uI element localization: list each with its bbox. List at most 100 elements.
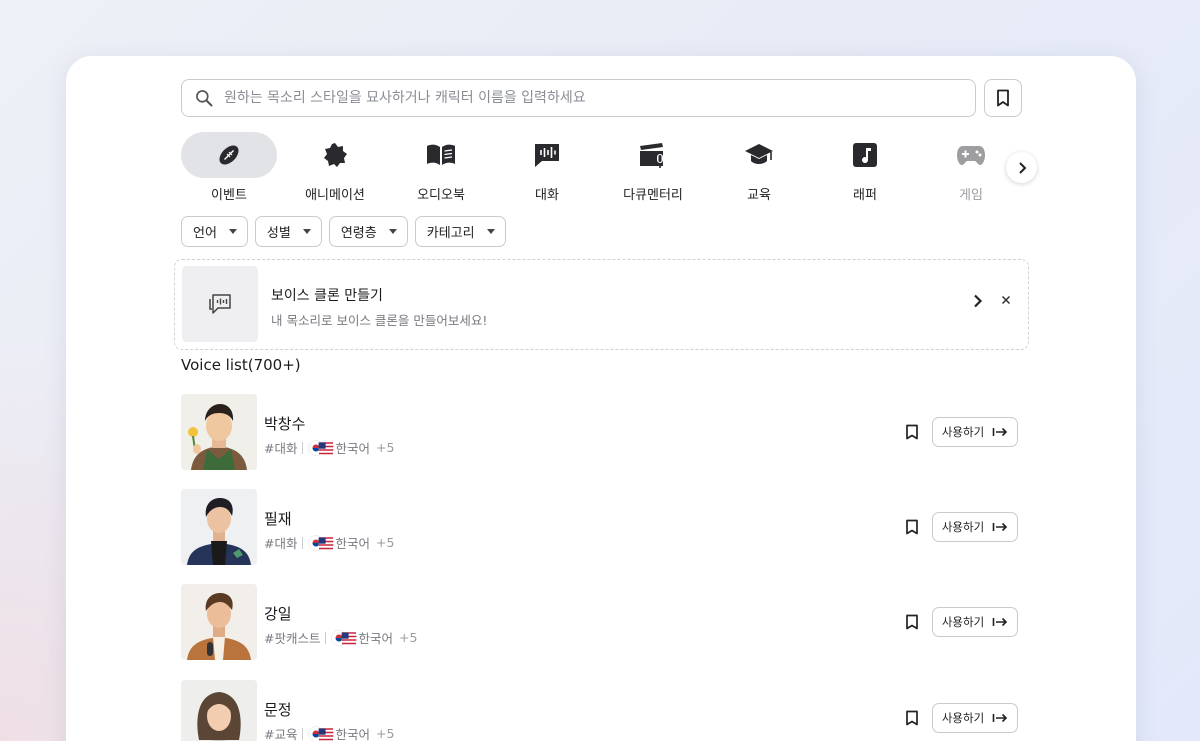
use-voice-button[interactable]: 사용하기 [932,607,1018,637]
voice-more-languages: +5 [399,630,418,645]
filter-category-dropdown[interactable]: 카테고리 [414,216,506,247]
category-label: 다큐멘터리 [623,188,683,203]
music-note-icon [853,143,877,167]
use-voice-label: 사용하기 [941,711,985,725]
voice-language: 한국어 [358,631,393,646]
category-bar: 이벤트 애니메이션 오디오북 대화 다큐멘터리 교육 래퍼 게임 [181,132,1041,203]
voice-tag: #대화 [264,536,298,551]
main-card: 이벤트 애니메이션 오디오북 [66,56,1136,741]
avatar [181,489,257,565]
voice-chat-icon [209,294,231,314]
voice-name: 강일 [264,605,292,623]
open-book-icon [427,144,455,165]
close-icon[interactable] [1001,295,1011,305]
bookmark-icon[interactable] [905,519,919,535]
bookmark-icon[interactable] [905,710,919,726]
voice-meta: #대화 한국어 +5 [264,533,394,552]
arrow-right-to-bar-icon [992,713,1008,723]
voice-clone-subtitle: 내 목소리로 보이스 클론을 만들어보세요! [271,313,488,328]
filter-label: 연령층 [340,226,377,241]
voice-more-languages: +5 [376,440,395,455]
use-voice-label: 사용하기 [941,520,985,534]
use-voice-label: 사용하기 [941,425,985,439]
category-education[interactable]: 교육 [711,132,807,203]
graduation-cap-icon [745,144,773,164]
divider [302,536,304,549]
filter-label: 언어 [193,226,217,241]
category-label: 게임 [959,188,983,203]
voice-list-item[interactable]: 문정 #교육 한국어 +5 사용하기 [181,680,1021,741]
arrow-right-to-bar-icon [992,522,1008,532]
bookmark-icon[interactable] [905,614,919,630]
use-voice-button[interactable]: 사용하기 [932,512,1018,542]
filter-language-dropdown[interactable]: 언어 [181,216,248,247]
categories-scroll-next-button[interactable] [1006,152,1037,183]
search-bar[interactable] [181,79,976,117]
voice-tag: #대화 [264,441,298,456]
use-voice-label: 사용하기 [941,615,985,629]
chevron-right-icon[interactable] [973,294,983,308]
category-label: 오디오북 [417,188,465,203]
voice-language: 한국어 [335,441,370,456]
football-icon [219,145,239,165]
category-conversation[interactable]: 대화 [499,132,595,203]
filter-bar: 언어 성별 연령층 카테고리 [181,216,506,247]
gamepad-icon [957,146,985,165]
clapperboard-mic-icon [640,143,663,168]
avatar [181,680,257,741]
voice-meta: #팟캐스트 한국어 +5 [264,628,417,647]
voice-tag: #교육 [264,727,298,741]
voice-list-item[interactable]: 박창수 #대화 한국어 +5 사용하기 [181,394,1021,470]
flag-korea-us-icon [308,725,334,741]
voice-meta: #대화 한국어 +5 [264,438,394,457]
divider [302,441,304,454]
chat-waveform-icon [535,144,559,167]
caret-down-icon [486,229,495,234]
voice-clone-thumbnail [182,266,258,342]
divider [302,727,304,740]
filter-gender-dropdown[interactable]: 성별 [254,216,322,247]
voice-tag: #팟캐스트 [264,631,321,646]
search-input[interactable] [224,90,964,106]
filter-label: 성별 [266,226,291,241]
divider [325,631,327,644]
avatar [181,584,257,660]
flag-korea-us-icon [331,629,357,646]
voice-clone-title: 보이스 클론 만들기 [271,288,383,304]
use-voice-button[interactable]: 사용하기 [932,703,1018,733]
caret-down-icon [388,229,397,234]
category-label: 애니메이션 [305,188,365,203]
voice-language: 한국어 [335,536,370,551]
voice-more-languages: +5 [376,535,395,550]
category-label: 이벤트 [211,188,247,203]
use-voice-button[interactable]: 사용하기 [932,417,1018,447]
filter-label: 카테고리 [426,226,475,241]
category-animation[interactable]: 애니메이션 [287,132,383,203]
arrow-right-to-bar-icon [992,617,1008,627]
category-rapper[interactable]: 래퍼 [817,132,913,203]
saved-voices-button[interactable] [984,79,1022,117]
flag-korea-us-icon [308,439,334,456]
caret-down-icon [228,229,237,234]
voice-meta: #교육 한국어 +5 [264,724,394,741]
category-audiobook[interactable]: 오디오북 [393,132,489,203]
voice-language: 한국어 [335,727,370,741]
category-label: 교육 [747,188,771,203]
arrow-right-to-bar-icon [992,427,1008,437]
filter-age-dropdown[interactable]: 연령층 [328,216,408,247]
voice-more-languages: +5 [376,726,395,741]
flag-korea-us-icon [308,534,334,551]
category-game[interactable]: 게임 [923,132,1019,203]
category-documentary[interactable]: 다큐멘터리 [605,132,701,203]
voice-list-item[interactable]: 필재 #대화 한국어 +5 사용하기 [181,489,1021,565]
voice-name: 문정 [264,701,292,719]
bookmark-icon [997,89,1009,107]
category-event[interactable]: 이벤트 [181,132,277,203]
voice-list-title: Voice list(700+) [181,356,301,374]
voice-name: 필재 [264,510,292,528]
voice-list-item[interactable]: 강일 #팟캐스트 한국어 +5 사용하기 [181,584,1021,660]
starburst-badge-icon [324,143,347,167]
caret-down-icon [302,229,311,234]
bookmark-icon[interactable] [905,424,919,440]
voice-clone-banner[interactable]: 보이스 클론 만들기 내 목소리로 보이스 클론을 만들어보세요! [174,259,1029,350]
